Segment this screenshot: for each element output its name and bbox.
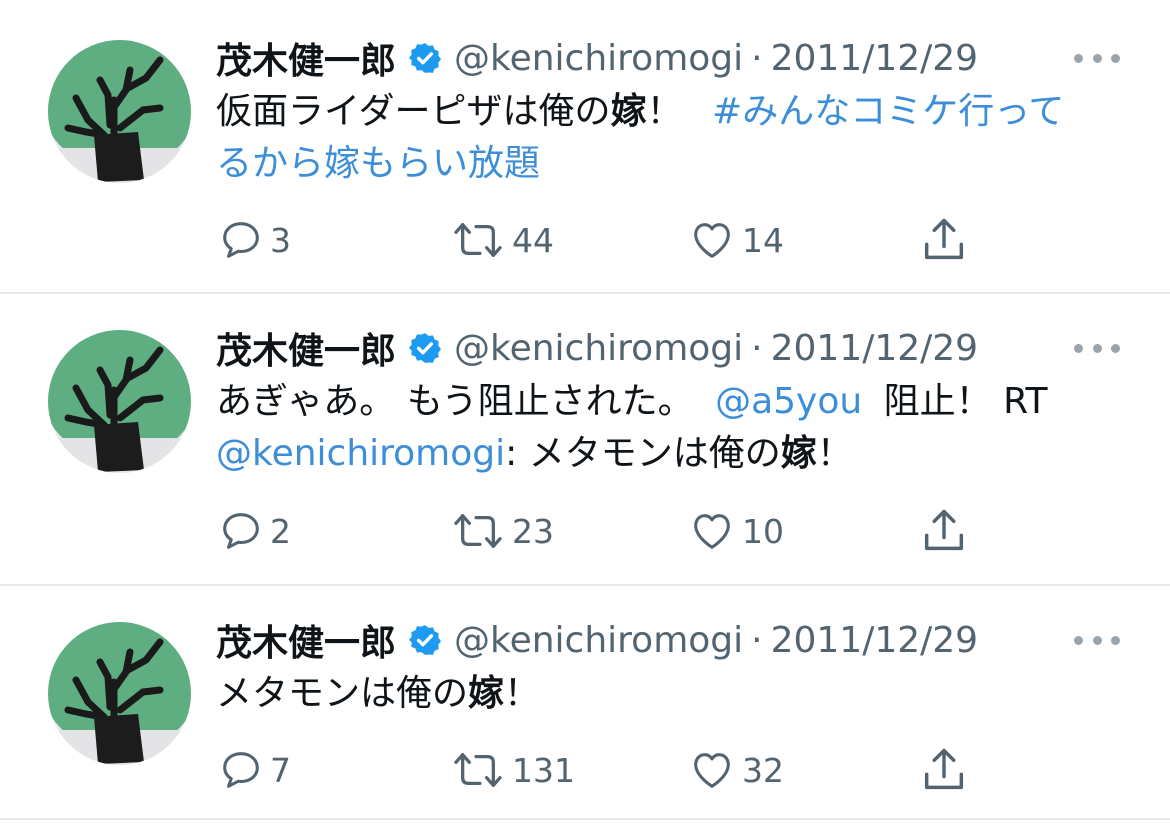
avatar[interactable] [48, 40, 191, 183]
display-name[interactable]: 茂木健一郎 [216, 322, 396, 374]
tweet-date[interactable]: 2011/12/29 [771, 38, 979, 79]
mention-link[interactable]: @kenichiromogi [216, 433, 505, 474]
tweet[interactable]: 茂木健一郎 @kenichiromogi · 2011/12/29 あぎゃあ。 … [0, 294, 1170, 584]
avatar[interactable] [48, 330, 191, 473]
heart-icon [694, 223, 730, 258]
reply-bubble-icon [223, 752, 259, 788]
reply-count: 3 [270, 220, 291, 260]
like-count: 32 [742, 750, 784, 790]
tweet-divider [0, 818, 1170, 820]
reply-bubble-icon [223, 222, 259, 258]
reply-button[interactable]: 3 [218, 214, 291, 266]
tweet-text-segment: : メタモンは俺の [505, 433, 781, 474]
hashtag-text[interactable]: るから嫁もらい放題 [216, 143, 540, 184]
tweet-text-segment: 仮面ライダーピザは俺の [216, 91, 611, 132]
reply-count: 2 [270, 511, 291, 551]
like-button[interactable]: 14 [688, 214, 784, 266]
verified-badge-icon [408, 623, 442, 657]
more-horizontal-icon[interactable] [1074, 616, 1120, 664]
like-button[interactable]: 32 [688, 744, 784, 796]
tweet-text-segment: メタモンは俺の [216, 673, 469, 714]
username-handle[interactable]: @kenichiromogi [454, 620, 743, 661]
tweet-header: 茂木健一郎 @kenichiromogi · 2011/12/29 [216, 614, 979, 666]
retweet-button[interactable]: 44 [450, 214, 554, 266]
tweet-text: 仮面ライダーピザは俺の嫁！ #みんなコミケ行ってるから嫁もらい放題 [216, 86, 1136, 190]
avatar-tree-drawing [48, 622, 191, 765]
retweet-count: 131 [512, 750, 575, 790]
tweet-text-segment: あぎゃあ。 もう阻止された。 [216, 381, 706, 422]
separator-dot: · [751, 37, 763, 79]
separator-dot: · [751, 327, 763, 369]
retweet-icon [454, 514, 502, 548]
like-count: 10 [742, 511, 784, 551]
verified-badge-icon [408, 331, 442, 365]
reply-button[interactable]: 2 [218, 505, 291, 557]
share-button[interactable] [918, 505, 970, 557]
tweet-text-segment: ！ [504, 673, 541, 714]
tweet-header: 茂木健一郎 @kenichiromogi · 2011/12/29 [216, 322, 979, 374]
reply-button[interactable]: 7 [218, 744, 291, 796]
retweet-button[interactable]: 23 [450, 505, 554, 557]
tweet-text-bold: 嫁 [610, 91, 647, 132]
avatar-tree-drawing [48, 40, 191, 183]
avatar-tree-drawing [48, 330, 191, 473]
reply-bubble-icon [223, 513, 259, 549]
tweet-date[interactable]: 2011/12/29 [771, 328, 979, 369]
tweet-text-segment: 阻止！ RT [872, 381, 1048, 422]
tweet[interactable]: 茂木健一郎 @kenichiromogi · 2011/12/29 メタモンは俺… [0, 586, 1170, 816]
tweet-text-bold: 嫁 [780, 433, 817, 474]
share-button[interactable] [918, 214, 970, 266]
separator-dot: · [751, 619, 763, 661]
display-name[interactable]: 茂木健一郎 [216, 32, 396, 84]
mention-link[interactable]: @a5you [715, 381, 862, 422]
avatar[interactable] [48, 622, 191, 765]
heart-icon [694, 514, 730, 549]
share-upload-icon [924, 509, 964, 551]
retweet-button[interactable]: 131 [450, 744, 575, 796]
tweet-header: 茂木健一郎 @kenichiromogi · 2011/12/29 [216, 32, 979, 84]
tweet-text: メタモンは俺の嫁！ [216, 668, 1136, 720]
like-count: 14 [742, 220, 784, 260]
share-button[interactable] [918, 744, 970, 796]
tweet[interactable]: 茂木健一郎 @kenichiromogi · 2011/12/29 仮面ライダー… [0, 0, 1170, 292]
retweet-count: 23 [512, 511, 554, 551]
username-handle[interactable]: @kenichiromogi [454, 38, 743, 79]
hashtag-text[interactable]: #みんなコミケ行って [712, 91, 1064, 132]
more-horizontal-icon[interactable] [1074, 34, 1120, 82]
more-horizontal-icon[interactable] [1074, 324, 1120, 372]
share-upload-icon [924, 748, 964, 790]
tweet-date[interactable]: 2011/12/29 [771, 620, 979, 661]
tweet-text: あぎゃあ。 もう阻止された。 @a5you 阻止！ RT @kenichiromo… [216, 376, 1136, 480]
retweet-icon [454, 223, 502, 257]
reply-count: 7 [270, 750, 291, 790]
tweet-text-segment: ！ [646, 91, 683, 132]
heart-icon [694, 753, 730, 788]
like-button[interactable]: 10 [688, 505, 784, 557]
retweet-icon [454, 753, 502, 787]
verified-badge-icon [408, 41, 442, 75]
retweet-count: 44 [512, 220, 554, 260]
display-name[interactable]: 茂木健一郎 [216, 614, 396, 666]
tweet-text-segment: ！ [816, 433, 853, 474]
username-handle[interactable]: @kenichiromogi [454, 328, 743, 369]
tweet-text-bold: 嫁 [468, 673, 505, 714]
share-upload-icon [924, 218, 964, 260]
